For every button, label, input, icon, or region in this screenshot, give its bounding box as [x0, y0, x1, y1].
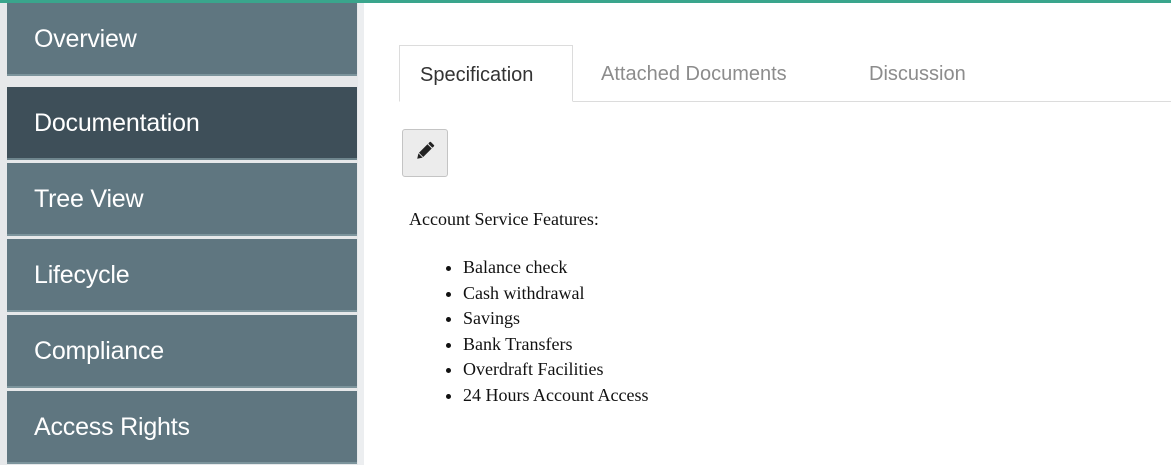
sidebar-item-tree-view[interactable]: Tree View: [7, 163, 357, 236]
sidebar: Overview Documentation Tree View Lifecyc…: [0, 3, 358, 465]
sidebar-item-compliance[interactable]: Compliance: [7, 315, 357, 388]
edit-button[interactable]: [402, 129, 448, 177]
sidebar-item-lifecycle[interactable]: Lifecycle: [7, 239, 357, 312]
sidebar-item-access-rights[interactable]: Access Rights: [7, 391, 357, 464]
specification-content: Account Service Features: Balance check …: [409, 207, 1149, 408]
list-item: Cash withdrawal: [463, 281, 1149, 307]
tab-bar: Specification Attached Documents Discuss…: [399, 45, 1171, 102]
tab-specification[interactable]: Specification: [399, 45, 573, 102]
tab-attached-documents[interactable]: Attached Documents: [581, 45, 807, 101]
sidebar-item-overview[interactable]: Overview: [7, 3, 357, 76]
main-panel: Specification Attached Documents Discuss…: [364, 12, 1171, 465]
content-heading: Account Service Features:: [409, 209, 599, 229]
list-item: Bank Transfers: [463, 332, 1149, 358]
tab-discussion[interactable]: Discussion: [849, 45, 986, 101]
list-item: 24 Hours Account Access: [463, 383, 1149, 409]
list-item: Savings: [463, 306, 1149, 332]
pencil-icon: [413, 139, 437, 168]
feature-list: Balance check Cash withdrawal Savings Ba…: [409, 255, 1149, 408]
list-item: Balance check: [463, 255, 1149, 281]
list-item: Overdraft Facilities: [463, 357, 1149, 383]
sidebar-item-documentation[interactable]: Documentation: [7, 87, 357, 160]
